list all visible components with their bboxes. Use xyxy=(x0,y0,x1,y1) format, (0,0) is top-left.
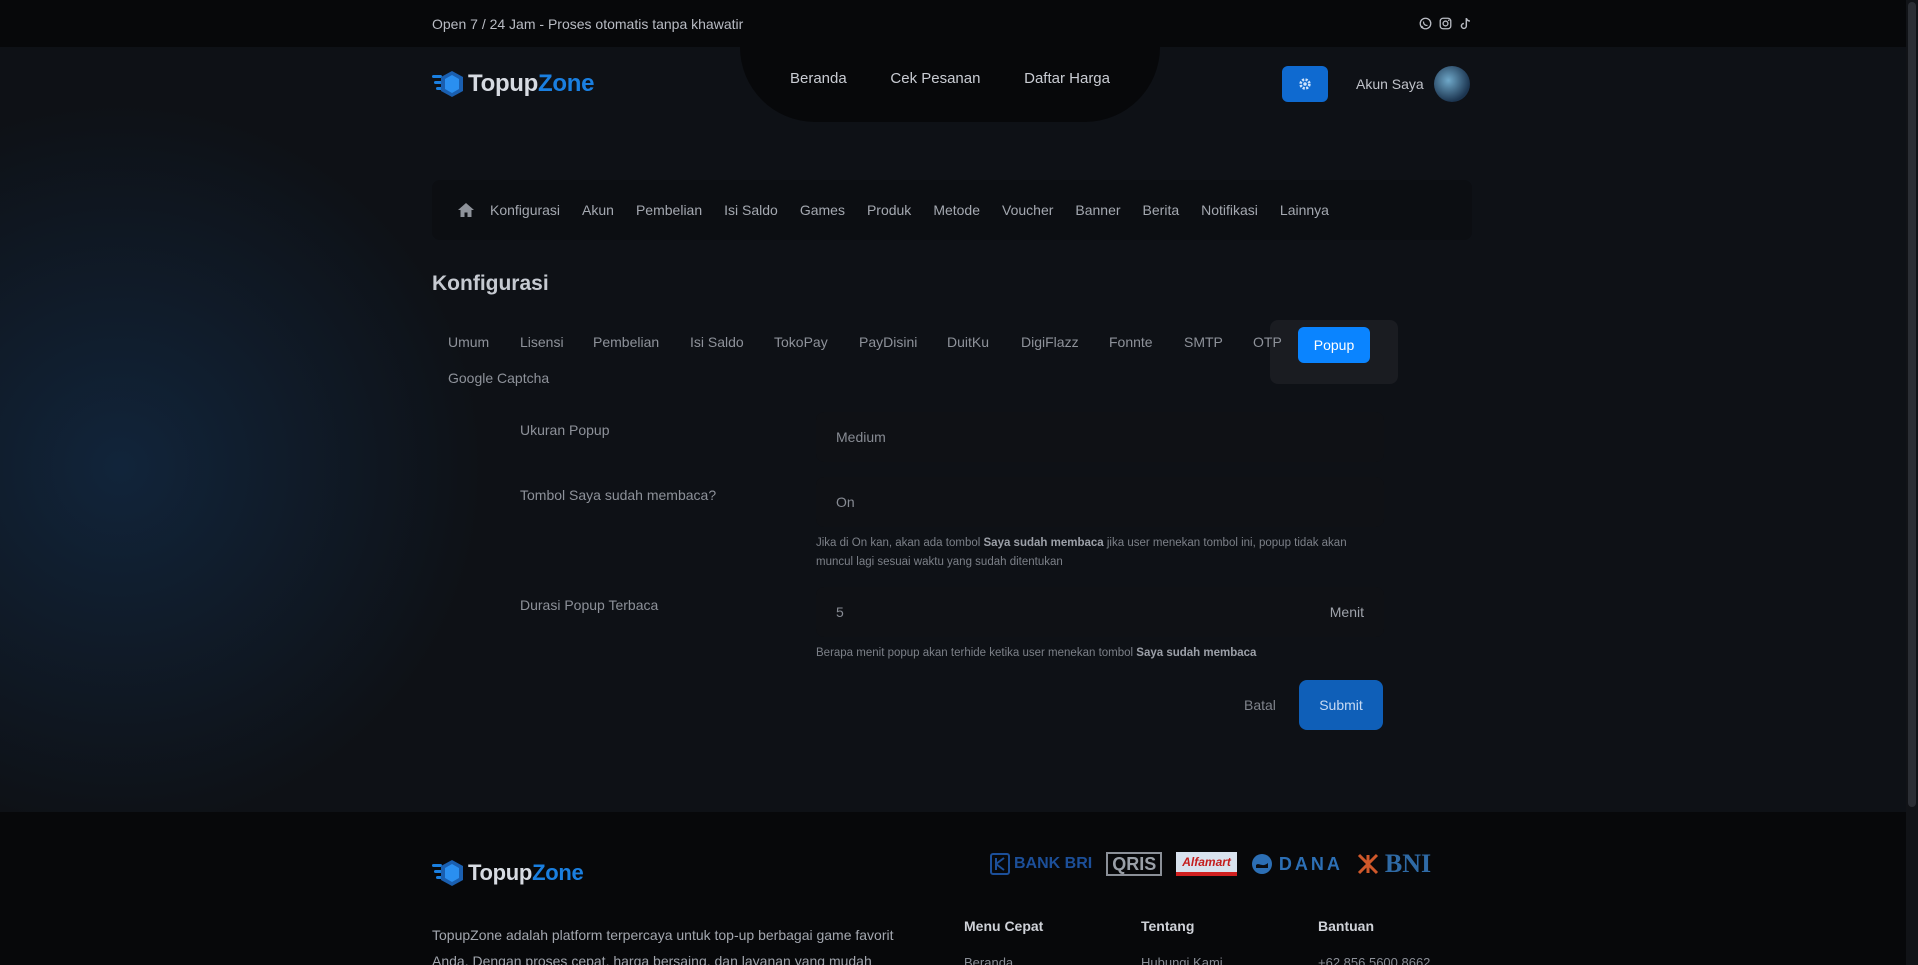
durasi-popup-suffix: Menit xyxy=(1329,604,1364,620)
tab-umum[interactable]: Umum xyxy=(448,334,489,350)
tiktok-icon[interactable] xyxy=(1459,17,1472,30)
tab-fonnte[interactable]: Fonnte xyxy=(1109,334,1153,350)
logo-mark-icon xyxy=(432,69,466,99)
tab-pembelian[interactable]: Pembelian xyxy=(593,334,659,350)
menu-lainnya[interactable]: Lainnya xyxy=(1280,202,1329,218)
ukuran-popup-label: Ukuran Popup xyxy=(520,422,610,438)
gear-icon xyxy=(1299,78,1311,90)
tombol-membaca-select[interactable]: On xyxy=(816,477,1384,527)
dana-logo: DANA xyxy=(1251,850,1343,878)
menu-banner[interactable]: Banner xyxy=(1075,202,1120,218)
durasi-popup-hint: Berapa menit popup akan terhide ketika u… xyxy=(816,647,1257,659)
footer-col-bantuan: Bantuan xyxy=(1318,918,1374,934)
tombol-membaca-hint: Jika di On kan, akan ada tombol Saya sud… xyxy=(816,537,1347,568)
avatar xyxy=(1433,66,1470,102)
social-links xyxy=(1419,17,1472,30)
footer-brand-name: TopupZone xyxy=(468,860,584,885)
tab-isi-saldo[interactable]: Isi Saldo xyxy=(690,334,744,350)
brand-name: TopupZone xyxy=(468,70,595,97)
footer-link-hubungi[interactable]: Hubungi Kami xyxy=(1141,955,1223,965)
tab-duitku[interactable]: DuitKu xyxy=(947,334,989,350)
tab-google-captcha[interactable]: Google Captcha xyxy=(448,370,549,386)
tab-tokopay[interactable]: TokoPay xyxy=(774,334,828,350)
footer-brand-logo[interactable]: TopupZone xyxy=(432,855,584,891)
tab-otp[interactable]: OTP xyxy=(1253,334,1282,350)
account-menu[interactable]: Akun Saya xyxy=(1356,66,1470,102)
ukuran-popup-select[interactable]: Medium xyxy=(816,412,1384,462)
nav-cek-pesanan[interactable]: Cek Pesanan xyxy=(890,70,980,87)
submit-button[interactable]: Submit xyxy=(1299,680,1383,730)
durasi-popup-input[interactable]: 5 Menit xyxy=(816,587,1384,637)
tab-paydisini[interactable]: PayDisini xyxy=(859,334,917,350)
home-icon[interactable] xyxy=(458,203,474,217)
tab-smtp[interactable]: SMTP xyxy=(1184,334,1223,350)
menu-pembelian[interactable]: Pembelian xyxy=(636,202,702,218)
durasi-popup-value: 5 xyxy=(836,604,844,620)
menu-metode[interactable]: Metode xyxy=(933,202,980,218)
footer-description: TopupZone adalah platform terpercaya unt… xyxy=(432,927,894,965)
footer-link-beranda[interactable]: Beranda xyxy=(964,955,1013,965)
top-info-bar: Open 7 / 24 Jam - Proses otomatis tanpa … xyxy=(0,0,1918,47)
footer-col-menu-cepat: Menu Cepat xyxy=(964,918,1044,934)
footer-logo-mark-icon xyxy=(432,858,466,888)
whatsapp-icon[interactable] xyxy=(1419,17,1432,30)
ukuran-popup-value: Medium xyxy=(836,429,886,445)
menu-voucher[interactable]: Voucher xyxy=(1002,202,1053,218)
scrollbar-thumb[interactable] xyxy=(1908,2,1916,807)
tab-digiflazz[interactable]: DigiFlazz xyxy=(1021,334,1079,350)
top-info-message: Open 7 / 24 Jam - Proses otomatis tanpa … xyxy=(432,15,744,32)
menu-games[interactable]: Games xyxy=(800,202,845,218)
menu-produk[interactable]: Produk xyxy=(867,202,911,218)
nav-beranda[interactable]: Beranda xyxy=(790,70,847,87)
menu-berita[interactable]: Berita xyxy=(1143,202,1180,218)
footer xyxy=(0,812,1918,965)
tombol-membaca-value: On xyxy=(836,494,855,510)
account-label: Akun Saya xyxy=(1356,76,1424,92)
bank-bri-logo: BANK BRI xyxy=(990,850,1092,878)
cancel-button[interactable]: Batal xyxy=(1244,697,1276,713)
instagram-icon[interactable] xyxy=(1439,17,1452,30)
bni-logo: BNI xyxy=(1357,849,1431,878)
payment-logos: BANK BRI QRIS Alfamart DANA BNI xyxy=(990,849,1431,878)
page-scrollbar[interactable] xyxy=(1906,0,1918,965)
alfamart-logo: Alfamart xyxy=(1176,852,1237,876)
menu-akun[interactable]: Akun xyxy=(582,202,614,218)
brand-logo[interactable]: TopupZone xyxy=(432,64,594,104)
tab-popup[interactable]: Popup xyxy=(1298,327,1370,363)
tombol-membaca-label: Tombol Saya sudah membaca? xyxy=(520,487,717,503)
page-title: Konfigurasi xyxy=(432,272,549,295)
nav-daftar-harga[interactable]: Daftar Harga xyxy=(1024,70,1110,87)
menu-notifikasi[interactable]: Notifikasi xyxy=(1201,202,1258,218)
admin-menu-bar: Konfigurasi Akun Pembelian Isi Saldo Gam… xyxy=(432,180,1472,240)
menu-konfigurasi[interactable]: Konfigurasi xyxy=(490,202,560,218)
footer-link-phone[interactable]: +62 856 5600 8662 xyxy=(1318,955,1430,965)
tab-lisensi[interactable]: Lisensi xyxy=(520,334,564,350)
durasi-popup-label: Durasi Popup Terbaca xyxy=(520,597,659,613)
main-nav: Beranda Cek Pesanan Daftar Harga xyxy=(790,70,1110,87)
qris-logo: QRIS xyxy=(1106,852,1163,876)
settings-button[interactable] xyxy=(1282,66,1328,102)
menu-isi-saldo[interactable]: Isi Saldo xyxy=(724,202,778,218)
footer-col-tentang: Tentang xyxy=(1141,918,1195,934)
